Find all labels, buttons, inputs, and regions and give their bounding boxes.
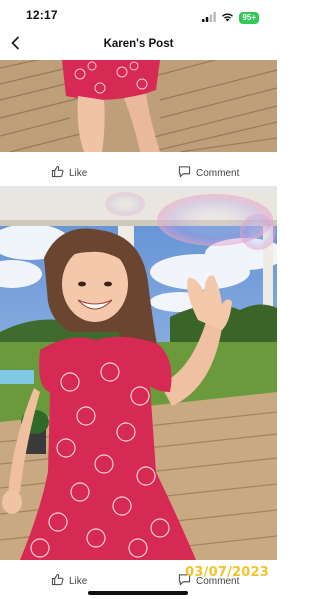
photo-date-stamp: 03/07/2023 — [185, 565, 269, 580]
speech-bubble-icon — [178, 165, 191, 181]
like-label: Like — [69, 167, 88, 179]
nav-bar: Karen's Post — [0, 30, 277, 60]
comment-button[interactable]: Comment — [178, 165, 239, 181]
home-indicator[interactable] — [88, 591, 188, 595]
thumbs-up-icon — [51, 165, 64, 181]
post-photo[interactable] — [0, 192, 277, 560]
battery-indicator: 95+ — [239, 12, 259, 24]
post-action-bar: Like Comment — [0, 160, 277, 186]
comment-label: Comment — [196, 167, 240, 179]
status-time: 12:17 — [26, 8, 58, 22]
cellular-signal-icon — [202, 9, 217, 27]
wifi-icon — [221, 9, 234, 27]
status-bar: 12:17 95+ — [0, 0, 277, 30]
thumbs-up-icon — [51, 573, 64, 589]
like-button[interactable]: Like — [51, 165, 87, 181]
like-label: Like — [69, 575, 88, 587]
like-button[interactable]: Like — [51, 573, 87, 589]
page-title: Karen's Post — [103, 38, 174, 50]
status-icons: 95+ — [202, 9, 259, 27]
post-photo[interactable] — [0, 60, 277, 152]
